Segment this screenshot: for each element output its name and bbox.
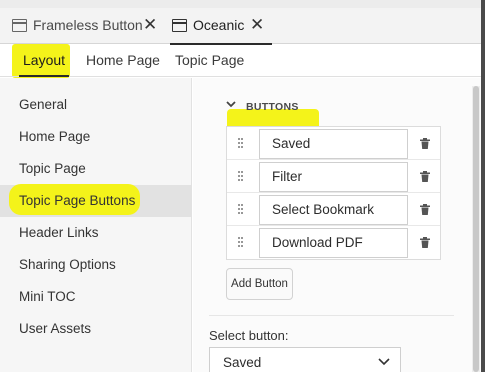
sidebar-item-topic-page[interactable]: Topic Page — [0, 153, 192, 185]
trash-icon[interactable] — [420, 171, 430, 182]
window-edge — [481, 0, 485, 372]
window-icon — [172, 19, 187, 32]
add-button[interactable]: Add Button — [226, 268, 293, 300]
sidebar-item-sharing-options[interactable]: Sharing Options — [0, 249, 192, 281]
sidebar-item-label: Mini TOC — [19, 289, 76, 304]
list-item: Download PDF — [227, 226, 440, 259]
button-name-field[interactable]: Select Bookmark — [259, 195, 408, 225]
sidebar-item-label: Sharing Options — [19, 257, 116, 272]
sidebar-item-label: Topic Page — [19, 161, 86, 176]
drag-handle-icon[interactable] — [238, 237, 244, 248]
close-icon[interactable]: ✕ — [143, 15, 157, 35]
sidebar-item-user-assets[interactable]: User Assets — [0, 313, 192, 345]
top-strip — [0, 0, 485, 8]
button-name-field[interactable]: Filter — [259, 162, 408, 192]
list-item: Saved — [227, 127, 440, 160]
chevron-down-icon — [378, 358, 390, 366]
sidebar-item-home-page[interactable]: Home Page — [0, 121, 192, 153]
button-list: Saved Filter Select Bookmark Download PD… — [226, 126, 441, 260]
list-item: Filter — [227, 160, 440, 193]
sidebar-item-general[interactable]: General — [0, 89, 192, 121]
sidebar-item-label: Home Page — [19, 129, 91, 144]
trash-icon[interactable] — [420, 237, 430, 248]
sidebar-item-label: Header Links — [19, 225, 99, 240]
window-icon — [12, 19, 27, 32]
scrollbar-thumb[interactable] — [473, 86, 479, 372]
list-item: Select Bookmark — [227, 193, 440, 226]
sidebar-item-label: User Assets — [19, 321, 92, 336]
drag-handle-icon[interactable] — [238, 204, 244, 215]
tab-topic-page[interactable]: Topic Page — [175, 52, 244, 68]
tab-frameless-button[interactable]: Frameless Button ✕ — [0, 8, 168, 44]
tab-label: Oceanic — [193, 17, 245, 33]
drag-handle-icon[interactable] — [238, 138, 244, 149]
select-button-dropdown[interactable]: Saved — [209, 347, 401, 372]
sidebar: General Home Page Topic Page Header Link… — [0, 78, 192, 372]
tab-layout[interactable]: Layout — [18, 52, 70, 77]
tab-oceanic[interactable]: Oceanic ✕ — [168, 8, 278, 45]
chevron-down-icon[interactable] — [226, 99, 236, 109]
close-icon[interactable]: ✕ — [250, 15, 264, 35]
button-name-field[interactable]: Download PDF — [259, 228, 408, 258]
drag-handle-icon[interactable] — [238, 171, 244, 182]
tab-home-page[interactable]: Home Page — [86, 52, 160, 68]
select-button-label: Select button: — [209, 328, 289, 343]
trash-icon[interactable] — [420, 138, 430, 149]
sidebar-item-mini-toc[interactable]: Mini TOC — [0, 281, 192, 313]
sub-tab-bar: Layout Home Page Topic Page — [0, 45, 485, 77]
button-name-field[interactable]: Saved — [259, 129, 408, 159]
sidebar-item-label: General — [19, 97, 68, 112]
tab-label: Frameless Button — [33, 17, 143, 33]
sidebar-item-label: Topic Page Buttons — [19, 193, 136, 208]
sidebar-item-header-links[interactable]: Header Links — [0, 217, 192, 249]
sidebar-item-label-wrap: Topic Page Buttons — [0, 185, 140, 217]
select-value: Saved — [223, 355, 262, 370]
trash-icon[interactable] — [420, 204, 430, 215]
divider — [209, 315, 454, 316]
section-title[interactable]: BUTTONS — [246, 101, 299, 113]
document-tab-bar: Frameless Button ✕ Oceanic ✕ — [0, 8, 485, 45]
